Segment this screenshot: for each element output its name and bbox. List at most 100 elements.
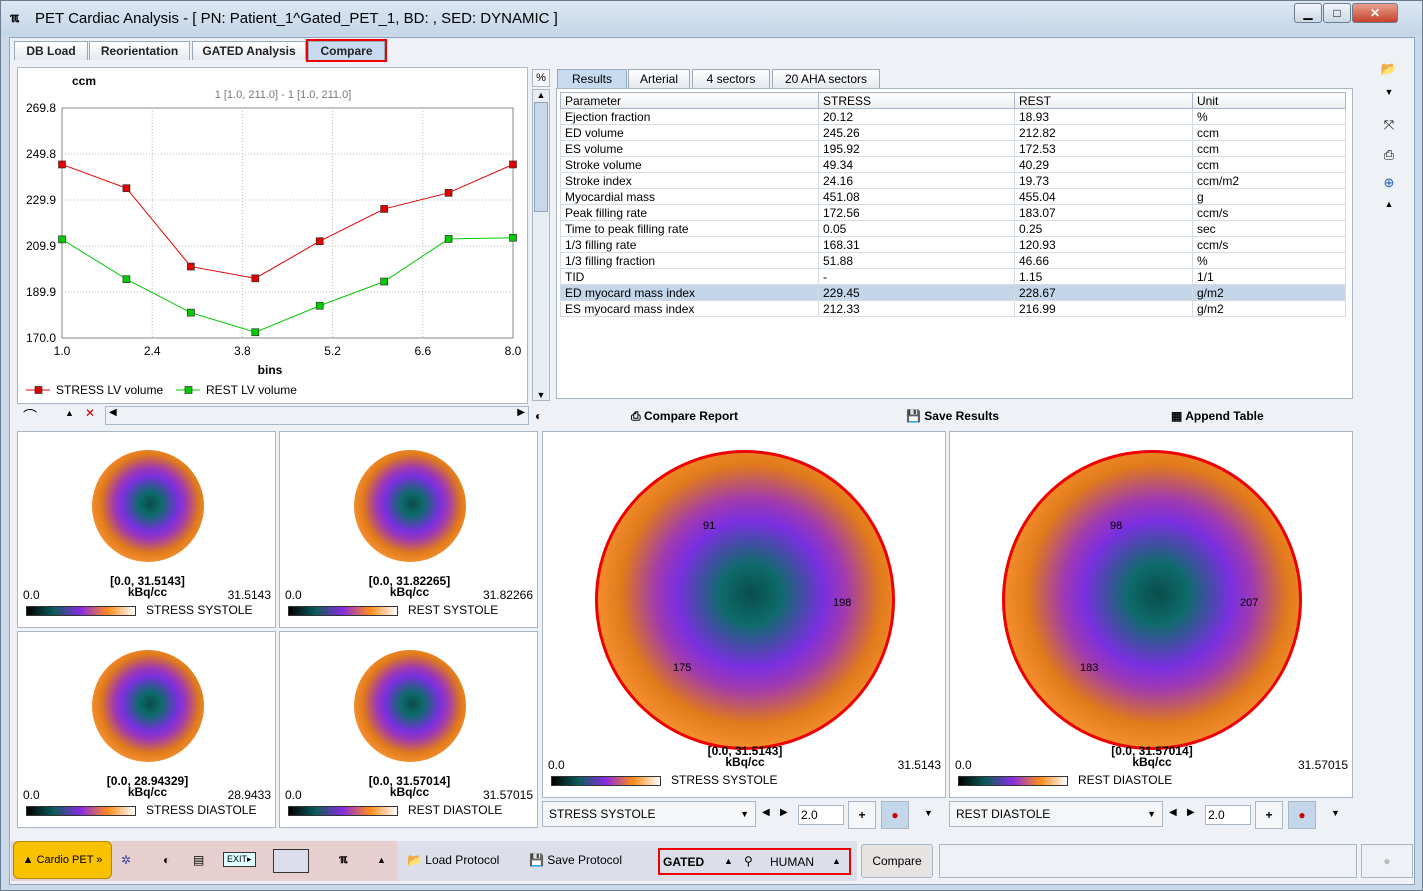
- chevron-down-icon[interactable]: ▼: [1331, 808, 1340, 818]
- table-row[interactable]: 1/3 filling rate 168.31 120.93 ccm/s: [560, 236, 1346, 253]
- exit-icon[interactable]: EXIT▸: [223, 852, 256, 867]
- polar-map[interactable]: [353, 450, 466, 562]
- species-icon: ⚲: [744, 854, 753, 868]
- print-icon[interactable]: ⎙: [1373, 147, 1405, 175]
- tab-results[interactable]: Results: [557, 69, 627, 88]
- pmod-logo-icon[interactable]: ℼ: [339, 852, 347, 866]
- table-row[interactable]: ES volume 195.92 172.53 ccm: [560, 140, 1346, 157]
- tab-compare[interactable]: Compare: [306, 39, 387, 62]
- compare-report-button[interactable]: ⎙ Compare Report: [631, 409, 738, 424]
- scroll-down-icon[interactable]: ▼: [533, 390, 549, 400]
- tab-reorientation[interactable]: Reorientation: [89, 41, 190, 60]
- open-folder-icon[interactable]: 📂: [1373, 61, 1405, 87]
- table-cell: %: [1192, 252, 1346, 269]
- plot-area: [61, 107, 514, 339]
- map-select[interactable]: REST DIASTOLE ▼: [949, 801, 1163, 827]
- table-cell: ED myocard mass index: [560, 284, 819, 301]
- cardio-pet-button[interactable]: ▲ Cardio PET »: [13, 841, 112, 879]
- minimize-button[interactable]: ▁: [1294, 3, 1322, 23]
- column-header-rest[interactable]: REST: [1014, 92, 1193, 109]
- app-window: ℼ PET Cardiac Analysis - [ PN: Patient_1…: [0, 0, 1423, 891]
- save-protocol-button[interactable]: 💾 Save Protocol: [529, 853, 622, 867]
- maximize-button[interactable]: □: [1323, 3, 1351, 23]
- table-row[interactable]: Peak filling rate 172.56 183.07 ccm/s: [560, 204, 1346, 221]
- collapse-icon[interactable]: ⤧: [1373, 117, 1405, 147]
- snapshot-icon[interactable]: ◐: [163, 853, 170, 867]
- data-point: [122, 184, 131, 193]
- save-results-button[interactable]: 💾 Save Results: [906, 409, 999, 423]
- expand-arrow-icon[interactable]: ▲: [832, 856, 841, 866]
- zoom-in-button[interactable]: +: [848, 801, 876, 829]
- tab-20-aha-sectors[interactable]: 20 AHA sectors: [772, 69, 880, 88]
- table-row[interactable]: ED myocard mass index 229.45 228.67 g/m2: [560, 284, 1346, 301]
- record-button[interactable]: ●: [1288, 801, 1316, 829]
- prev-icon[interactable]: ◀: [1169, 807, 1177, 818]
- tab-gated-analysis[interactable]: GATED Analysis: [192, 41, 306, 60]
- next-icon[interactable]: ▶: [1187, 807, 1195, 818]
- species-select[interactable]: HUMAN: [770, 855, 814, 869]
- percent-button[interactable]: %: [532, 69, 550, 87]
- table-cell: Peak filling rate: [560, 204, 819, 221]
- column-header-parameter[interactable]: Parameter: [560, 92, 819, 109]
- tab-db-load[interactable]: DB Load: [14, 41, 88, 60]
- column-header-stress[interactable]: STRESS: [818, 92, 1015, 109]
- curve-style-icon[interactable]: ⌒: [23, 406, 37, 426]
- table-row[interactable]: 1/3 filling fraction 51.88 46.66%: [560, 252, 1346, 269]
- close-button[interactable]: ✕: [1352, 3, 1398, 23]
- scroll-thumb[interactable]: [534, 102, 548, 212]
- tab-arterial[interactable]: Arterial: [628, 69, 690, 88]
- snapshot-icon[interactable]: ◐: [535, 409, 542, 423]
- table-row[interactable]: ES myocard mass index 212.33 216.99 g/m2: [560, 300, 1346, 317]
- chevron-down-icon[interactable]: ▼: [924, 808, 933, 818]
- append-table-button[interactable]: ▦ Append Table: [1171, 409, 1264, 423]
- data-point: [251, 328, 260, 337]
- chart-scrollbar[interactable]: ▲ ▼: [532, 89, 550, 401]
- polar-map[interactable]: [91, 450, 204, 562]
- zoom-icon[interactable]: ⊕: [1373, 175, 1405, 199]
- expand-arrow-icon[interactable]: ▲: [724, 856, 733, 866]
- compare-button[interactable]: Compare: [861, 844, 933, 878]
- scale-min: 0.0: [285, 788, 302, 802]
- tab-4-sectors[interactable]: 4 sectors: [692, 69, 770, 88]
- chart-hscrollbar[interactable]: ◀ ▶: [105, 406, 529, 425]
- table-row[interactable]: Myocardial mass 451.08 455.04 g: [560, 188, 1346, 205]
- calculator-icon[interactable]: ▤: [193, 853, 204, 867]
- x-tick-label: 1.0: [54, 344, 71, 358]
- table-row[interactable]: Stroke index 24.16 19.73 ccm/m2: [560, 172, 1346, 189]
- table-cell: g: [1192, 188, 1346, 205]
- table-row[interactable]: Ejection fraction 20.12 18.93%: [560, 108, 1346, 125]
- table-cell: 212.33: [818, 300, 1015, 317]
- next-icon[interactable]: ▶: [780, 807, 788, 818]
- scroll-left-icon[interactable]: ◀: [109, 407, 117, 418]
- polar-map[interactable]: [91, 650, 204, 762]
- app-logo-icon: ℼ: [10, 10, 20, 25]
- table-row[interactable]: ED volume 245.26 212.82 ccm: [560, 124, 1346, 141]
- table-row[interactable]: Stroke volume 49.34 40.29 ccm: [560, 156, 1346, 173]
- map-select[interactable]: STRESS SYSTOLE ▼: [542, 801, 756, 827]
- plugin-icon[interactable]: ✲: [121, 853, 131, 867]
- zoom-input[interactable]: 2.0: [1205, 805, 1251, 825]
- expand-arrow-icon[interactable]: ▲: [65, 408, 74, 418]
- scale-max: 31.57015: [1297, 758, 1348, 772]
- prev-icon[interactable]: ◀: [762, 807, 770, 818]
- mode-select[interactable]: GATED: [663, 855, 704, 869]
- scroll-right-icon[interactable]: ▶: [517, 407, 525, 418]
- record-button[interactable]: ●: [881, 801, 909, 829]
- expand-arrow-icon[interactable]: ▲: [377, 855, 386, 865]
- polar-map[interactable]: [353, 650, 466, 762]
- y-tick-label: 170.0: [26, 331, 56, 345]
- zoom-in-button[interactable]: +: [1255, 801, 1283, 829]
- table-row[interactable]: Time to peak filling rate 0.05 0.25 sec: [560, 220, 1346, 237]
- expand-arrow-icon[interactable]: ▲: [1373, 199, 1405, 209]
- sector-value: 207: [1240, 597, 1259, 609]
- layout-icon[interactable]: [273, 849, 309, 873]
- column-header-unit[interactable]: Unit: [1192, 92, 1346, 109]
- scroll-up-icon[interactable]: ▲: [533, 90, 549, 100]
- table-cell: 1.15: [1014, 268, 1193, 285]
- table-row[interactable]: TID -1.15 1/1: [560, 268, 1346, 285]
- dropdown-arrow-icon[interactable]: ▼: [1373, 87, 1405, 117]
- load-protocol-button[interactable]: 📂 Load Protocol: [407, 853, 499, 867]
- clear-icon[interactable]: ✕: [85, 406, 95, 420]
- sector-value: 198: [833, 597, 852, 609]
- zoom-input[interactable]: 2.0: [798, 805, 844, 825]
